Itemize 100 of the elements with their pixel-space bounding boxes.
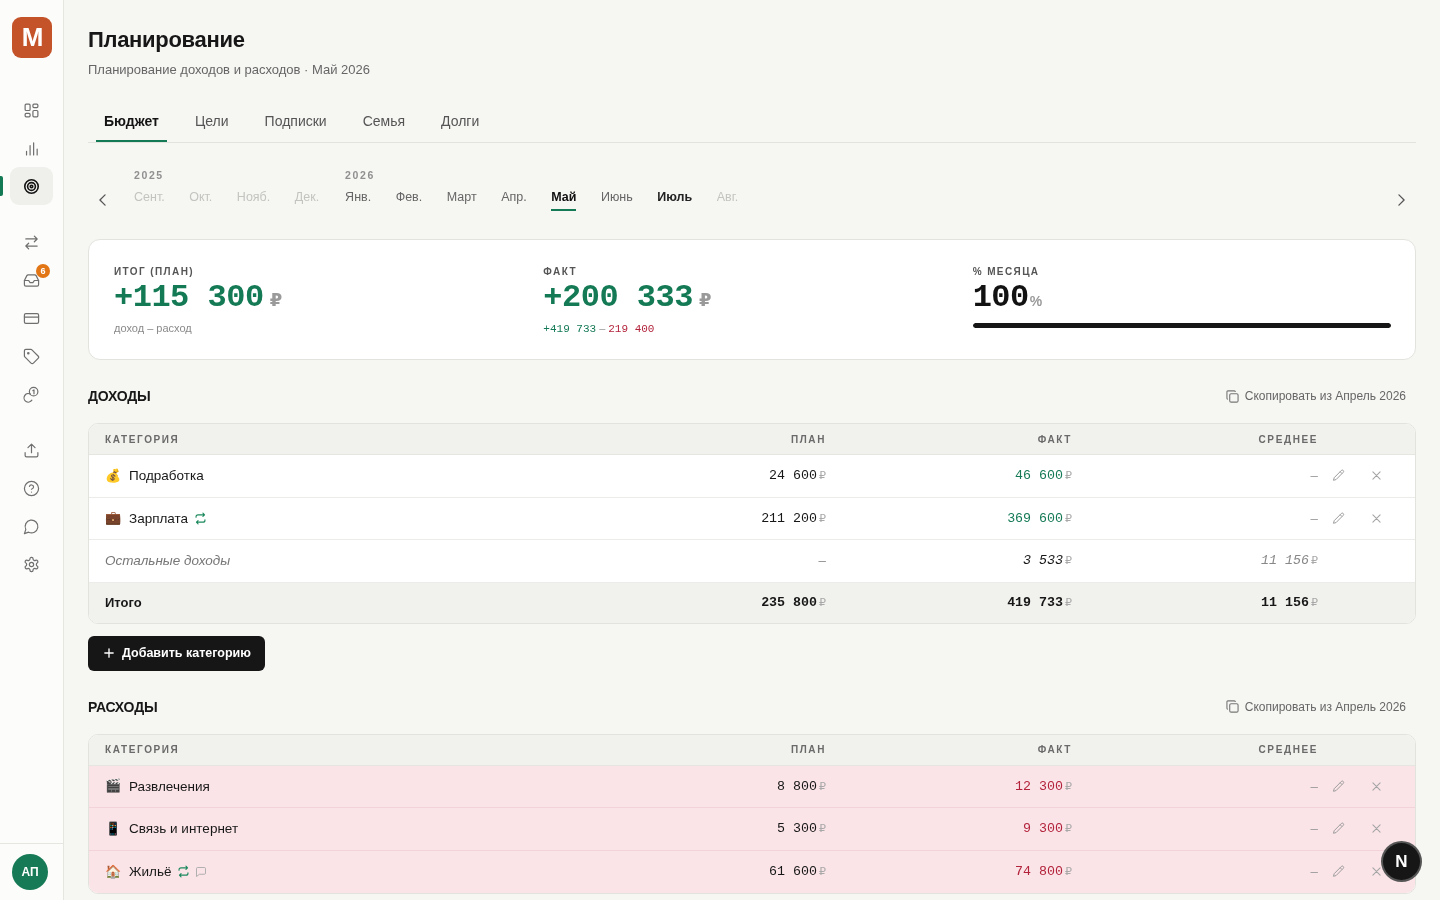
tab[interactable]: Цели: [186, 100, 237, 142]
category-name: Развлечения: [129, 778, 210, 794]
month-tab[interactable]: Янв.: [345, 187, 372, 211]
section-title: ДОХОДЫ: [88, 388, 151, 404]
app-logo[interactable]: M: [12, 17, 52, 58]
copy-link[interactable]: Скопировать из Апрель 2026: [1225, 389, 1406, 403]
average-amount: 11 156: [1261, 595, 1309, 610]
month-tab[interactable]: Фев.: [395, 187, 423, 211]
plan-amount: 8 800: [777, 778, 817, 794]
briefcase-icon: 💼: [105, 510, 121, 527]
currency-sign: ₽: [819, 511, 826, 525]
section-title: РАСХОДЫ: [88, 698, 158, 715]
income-amount: +419 733: [543, 323, 597, 335]
delete-button[interactable]: [1371, 470, 1381, 481]
year-label: 2026: [345, 167, 376, 182]
summary-label: ИТОГ (ПЛАН): [114, 265, 194, 278]
fact-amount: 12 300: [1015, 778, 1063, 794]
column-header: ФАКТ: [1036, 744, 1072, 755]
cross-icon: [1371, 471, 1381, 481]
month-tab[interactable]: Май: [551, 187, 577, 211]
currency-sign: ₽: [1065, 865, 1072, 879]
tab[interactable]: Бюджет: [96, 100, 167, 142]
user-avatar[interactable]: АП: [12, 854, 48, 890]
chat-icon: [23, 517, 40, 535]
total-label: Итого: [105, 595, 142, 610]
fact-amount: 46 600: [1015, 468, 1063, 484]
dev-tools-button[interactable]: N: [1383, 843, 1420, 880]
column-header: ПЛАН: [789, 433, 826, 445]
cross-icon: [1371, 824, 1381, 834]
notification-badge: 6: [36, 264, 50, 278]
average-amount: –: [1310, 864, 1318, 880]
plan-amount: 235 800: [761, 595, 817, 610]
currency-sign: ₽: [1065, 822, 1072, 836]
column-header: КАТЕГОРИЯ: [105, 744, 181, 755]
edit-button[interactable]: [1331, 779, 1345, 794]
delete-button[interactable]: [1371, 823, 1381, 834]
pencil-icon: [1331, 469, 1345, 483]
month-tab[interactable]: Март: [446, 187, 477, 211]
unit-sign: ₽: [698, 289, 712, 311]
page-subtitle: Планирование доходов и расходов · Май 2026: [88, 61, 372, 79]
summary-label: % МЕСЯЦА: [972, 265, 1040, 278]
category-name: Жильё: [129, 864, 172, 880]
plan-amount: 61 600: [769, 864, 817, 880]
add-category-button[interactable]: Добавить категорию: [88, 635, 265, 671]
delete-button[interactable]: [1371, 781, 1381, 792]
target-icon: [23, 177, 40, 195]
bar-chart-icon: [23, 139, 40, 157]
delete-button[interactable]: [1371, 513, 1381, 524]
column-header: ФАКТ: [1036, 433, 1072, 445]
unit-sign: ₽: [269, 289, 283, 311]
tab[interactable]: Семья: [354, 100, 414, 142]
expense-amount: 219 400: [608, 323, 655, 335]
cross-icon: [1371, 781, 1381, 791]
settings-icon: [23, 555, 40, 573]
currency-sign: ₽: [819, 469, 826, 483]
copy-link[interactable]: Скопировать из Апрель 2026: [1225, 699, 1406, 714]
average-amount: –: [1310, 778, 1318, 794]
cross-icon: [1371, 867, 1381, 877]
house-icon: 🏠: [105, 863, 121, 880]
column-header: ПЛАН: [789, 744, 826, 755]
pencil-icon: [1331, 822, 1345, 836]
edit-button[interactable]: [1331, 821, 1345, 836]
delete-button[interactable]: [1371, 866, 1381, 877]
category-name: Подработка: [129, 468, 204, 484]
help-icon: [23, 479, 40, 497]
currency-sign: ₽: [1065, 779, 1072, 793]
nav-item[interactable]: [10, 167, 53, 205]
unit-sign: %: [1029, 293, 1043, 309]
currency-sign: ₽: [1065, 469, 1072, 483]
coins-icon: [23, 385, 40, 403]
month-tab[interactable]: Апр.: [501, 187, 527, 211]
edit-button[interactable]: [1331, 864, 1345, 879]
summary-note: доход – расход: [114, 322, 192, 334]
plan-amount: 211 200: [761, 510, 817, 526]
month-tab[interactable]: Июнь: [600, 187, 633, 211]
month-tab[interactable]: Июль: [657, 187, 693, 211]
edit-button[interactable]: [1331, 511, 1345, 526]
fact-amount: 3 533: [1023, 553, 1063, 569]
grid-icon: [23, 101, 40, 119]
currency-sign: ₽: [1311, 596, 1318, 609]
plan-amount: 24 600: [769, 468, 817, 484]
column-header: КАТЕГОРИЯ: [105, 433, 181, 445]
tab[interactable]: Долги: [433, 100, 488, 142]
plan-amount: –: [818, 553, 826, 569]
chevron-left-icon: [98, 194, 106, 206]
active-indicator: [0, 176, 3, 196]
edit-button[interactable]: [1331, 468, 1345, 483]
column-header: СРЕДНЕЕ: [1257, 433, 1318, 445]
currency-sign: ₽: [1065, 554, 1072, 568]
year-label: 2025: [134, 167, 165, 182]
minus-sign: –: [599, 322, 606, 334]
tab[interactable]: Подписки: [256, 100, 335, 142]
average-amount: –: [1310, 468, 1318, 484]
pencil-icon: [1331, 779, 1345, 793]
fact-amount: 74 800: [1015, 864, 1063, 880]
cross-icon: [1371, 513, 1381, 523]
clapperboard-icon: 🎬: [105, 778, 121, 795]
fact-amount: 9 300: [1023, 821, 1063, 837]
phone-icon: 📱: [105, 820, 121, 837]
swap-arrows-icon: [23, 233, 40, 251]
